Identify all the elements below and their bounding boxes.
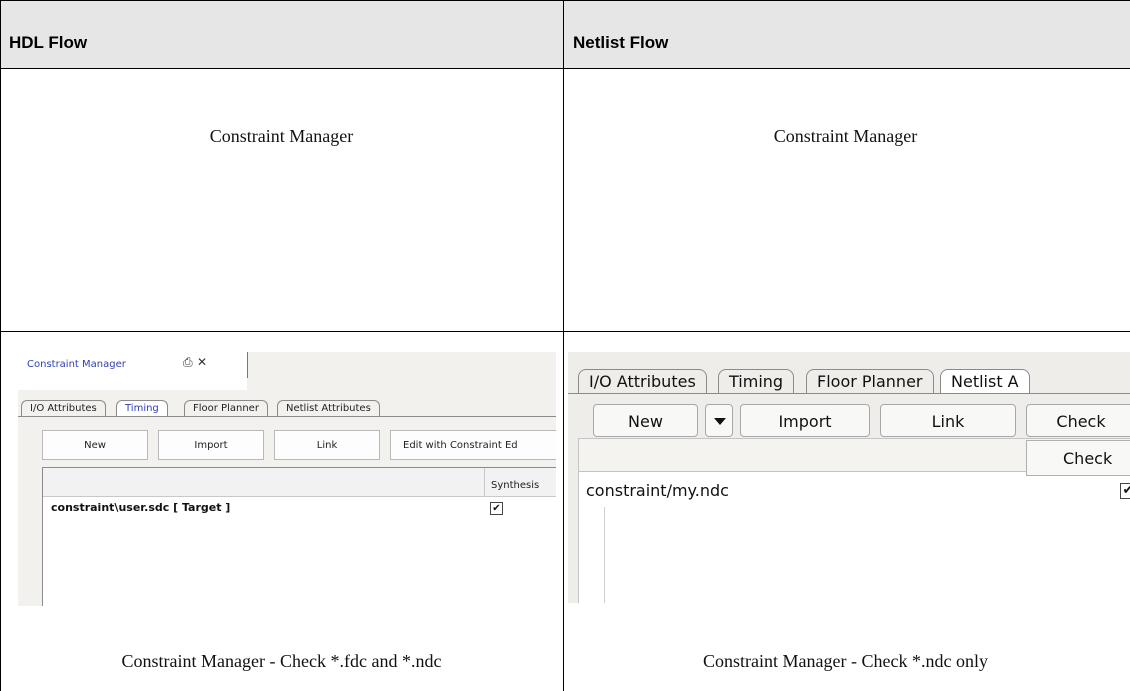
synthesis-checkbox[interactable]: ✔ (490, 502, 503, 515)
row1-hdl-text: Constraint Manager (209, 126, 354, 146)
grid-header: Synthesis (43, 468, 556, 497)
import-button[interactable]: Import (740, 404, 870, 437)
header-netlist-flow: Netlist Flow (573, 33, 669, 52)
new-dropdown-button[interactable] (705, 404, 733, 437)
synthesis-column-header: Synthesis (491, 480, 540, 491)
header-cell-netlist: Netlist Flow (564, 0, 1130, 68)
caption-netlist: Constraint Manager - Check *.ndc only (703, 651, 988, 671)
tab-floor-planner[interactable]: Floor Planner (184, 400, 268, 417)
link-button[interactable]: Link (274, 430, 380, 460)
new-button[interactable]: New (593, 404, 698, 437)
tab-netlist-attributes[interactable]: Netlist A (940, 369, 1030, 394)
import-button[interactable]: Import (158, 430, 264, 460)
hdl-constraint-manager-screenshot: Constraint Manager ⎙ ✕ I/O Attributes Ti… (18, 352, 556, 606)
tab-netlist-attributes[interactable]: Netlist Attributes (277, 400, 380, 417)
chevron-down-icon (714, 418, 726, 425)
tab-floor-planner[interactable]: Floor Planner (806, 369, 934, 394)
netlist-constraint-manager-screenshot: I/O Attributes Timing Floor Planner Netl… (568, 352, 1130, 603)
header-cell-hdl: HDL Flow (0, 0, 563, 68)
title-separator (247, 352, 248, 378)
row1-netlist-text: Constraint Manager (773, 126, 918, 146)
panel-title-bar: Constraint Manager ⎙ ✕ (18, 352, 247, 390)
tab-timing[interactable]: Timing (718, 369, 795, 394)
new-button[interactable]: New (42, 430, 148, 460)
constraint-file-grid: Synthesis constraint\user.sdc [ Target ]… (42, 467, 556, 606)
edit-with-constraint-editor-button[interactable]: Edit with Constraint Ed (390, 430, 556, 460)
tab-io-attributes[interactable]: I/O Attributes (21, 400, 106, 417)
tab-timing[interactable]: Timing (116, 400, 168, 417)
check-button[interactable]: Check (1026, 404, 1130, 437)
tab-io-attributes[interactable]: I/O Attributes (578, 369, 707, 394)
caption-hdl: Constraint Manager - Check *.fdc and *.n… (121, 651, 442, 671)
row-checkbox[interactable]: ✔ (1120, 483, 1130, 499)
header-hdl-flow: HDL Flow (9, 33, 88, 52)
link-button[interactable]: Link (880, 404, 1016, 437)
check-menu-item[interactable]: Check (1026, 440, 1130, 476)
constraint-file-row[interactable]: constraint/my.ndc (586, 481, 729, 500)
float-panel-icon[interactable]: ⎙ (183, 355, 193, 370)
close-icon[interactable]: ✕ (197, 355, 207, 369)
panel-title: Constraint Manager (27, 359, 126, 370)
constraint-file-row[interactable]: constraint\user.sdc [ Target ] (51, 501, 230, 514)
